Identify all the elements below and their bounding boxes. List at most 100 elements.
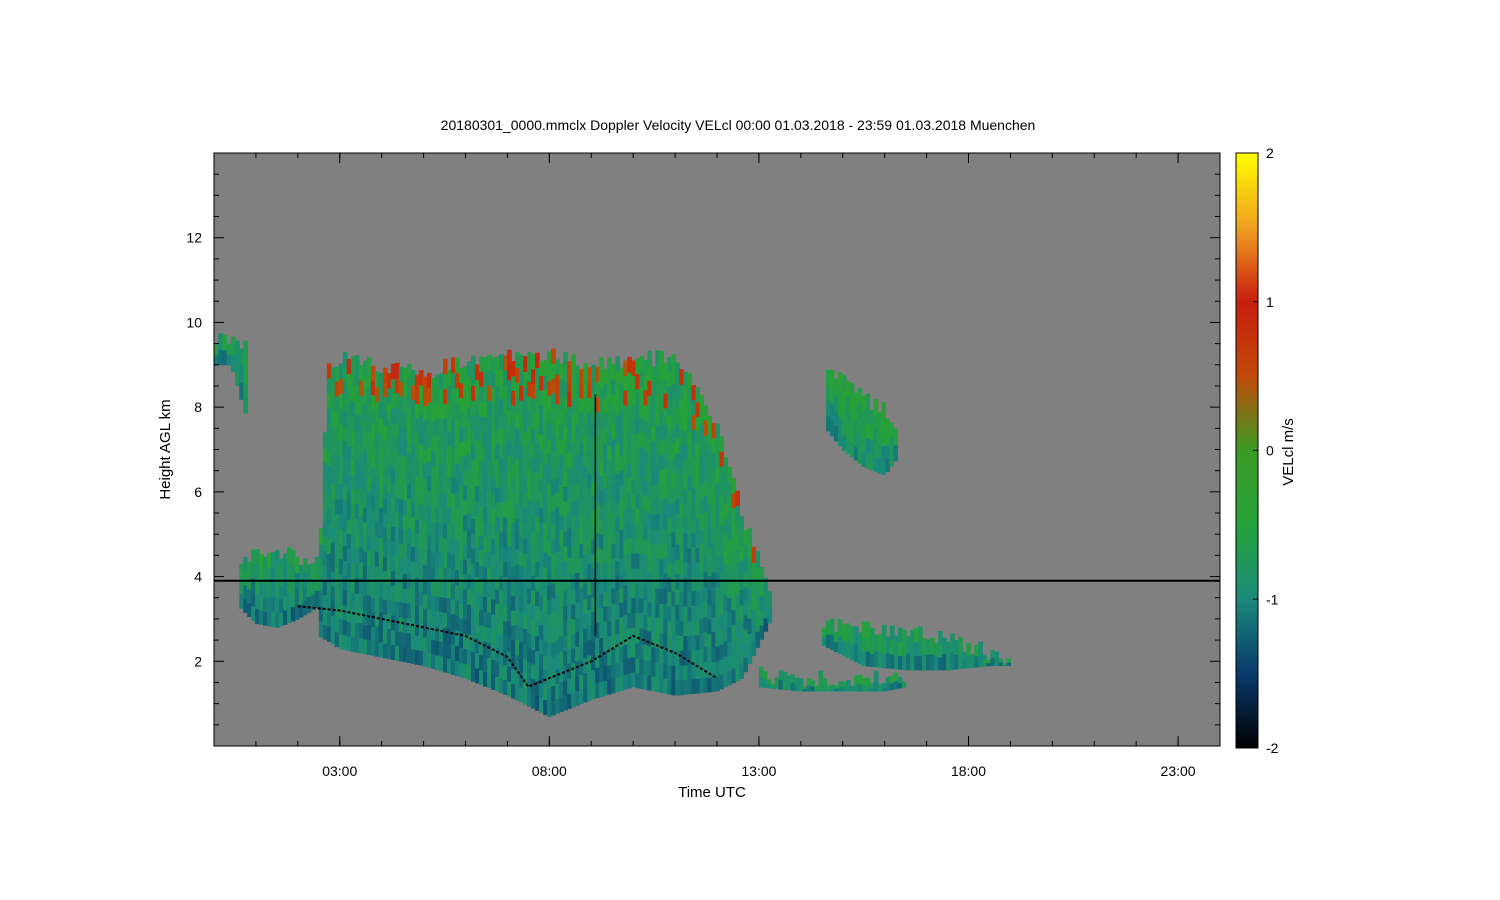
heatmap-cell (475, 500, 480, 517)
heatmap-cell (881, 686, 887, 692)
heatmap-cell (354, 488, 360, 505)
heatmap-cell (723, 548, 728, 565)
heatmap-cell (431, 494, 436, 510)
heatmap-cell (479, 624, 484, 641)
heatmap-cell (471, 385, 476, 401)
heatmap-cell (583, 598, 588, 614)
heatmap-cell (846, 685, 851, 692)
heatmap-cell (247, 602, 252, 617)
heatmap-cell (723, 610, 728, 626)
heatmap-cell (406, 602, 412, 619)
heatmap-cell (519, 460, 524, 477)
heatmap-cell (523, 628, 528, 645)
heatmap-cell (667, 664, 672, 680)
heatmap-cell (439, 447, 444, 464)
heatmap-cell (599, 504, 604, 521)
heatmap-cell (511, 507, 516, 523)
heatmap-cell (519, 671, 524, 688)
heatmap-cell (427, 505, 432, 521)
heatmap-cell (378, 627, 384, 643)
heatmap-cell (447, 460, 452, 477)
heatmap-cell (623, 569, 628, 586)
heatmap-cell (515, 458, 520, 474)
heatmap-cell (555, 492, 560, 508)
heatmap-cell (451, 553, 456, 570)
heatmap-cell (535, 352, 540, 369)
heatmap-cell (382, 527, 388, 543)
heatmap-cell (471, 592, 476, 608)
heatmap-cell (515, 624, 520, 641)
heatmap-cell (467, 664, 472, 681)
heatmap-cell (643, 374, 648, 391)
heatmap-cell (910, 630, 915, 644)
heatmap-cell (555, 683, 560, 699)
heatmap-cell (635, 538, 640, 554)
heatmap-cell (431, 377, 436, 393)
heatmap-cell (647, 424, 652, 440)
heatmap-cell (707, 677, 712, 693)
heatmap-cell (671, 457, 676, 474)
heatmap-cell (599, 445, 604, 462)
heatmap-cell (663, 603, 668, 619)
heatmap-cell (559, 696, 564, 713)
heatmap-cell (611, 468, 616, 485)
heatmap-cell (507, 500, 512, 516)
heatmap-cell (966, 642, 971, 656)
heatmap-cell (691, 473, 696, 489)
heatmap-cell (869, 454, 875, 471)
heatmap-cell (523, 507, 528, 524)
heatmap-cell (402, 514, 408, 530)
heatmap-cell (390, 615, 396, 631)
heatmap-cell (615, 647, 620, 663)
heatmap-cell (475, 622, 480, 638)
heatmap-cell (326, 421, 332, 437)
heatmap-cell (394, 362, 400, 379)
heatmap-cell (487, 490, 492, 507)
heatmap-cell (366, 595, 372, 611)
heatmap-cell (451, 447, 456, 464)
heatmap-cell (531, 501, 536, 517)
heatmap-cell (583, 451, 588, 467)
x-tick-label: 18:00 (951, 763, 986, 779)
heatmap-cell (503, 370, 508, 386)
heatmap-cell (675, 649, 680, 666)
heatmap-cell (439, 611, 444, 627)
heatmap-cell (619, 499, 624, 515)
heatmap-cell (897, 682, 903, 689)
heatmap-cell (615, 414, 620, 430)
heatmap-cell (318, 621, 324, 638)
heatmap-cell (555, 580, 560, 596)
heatmap-cell (495, 385, 500, 401)
heatmap-cell (611, 528, 616, 544)
heatmap-cell (499, 604, 504, 620)
heatmap-cell (735, 666, 740, 682)
heatmap-cell (435, 536, 440, 553)
heatmap-cell (619, 426, 624, 442)
heatmap-cell (898, 641, 903, 656)
heatmap-cell (495, 356, 500, 372)
heatmap-cell (758, 666, 764, 678)
heatmap-cell (615, 429, 620, 445)
heatmap-cell (735, 563, 740, 579)
heatmap-cell (491, 644, 496, 660)
heatmap-cell (635, 373, 640, 390)
heatmap-cell (503, 487, 508, 504)
heatmap-cell (587, 685, 592, 701)
heatmap-cell (382, 585, 388, 601)
heatmap-cell (527, 469, 532, 486)
heatmap-cell (555, 536, 560, 552)
heatmap-cell (346, 635, 352, 651)
heatmap-cell (651, 661, 656, 677)
heatmap-cell (647, 660, 652, 676)
heatmap-cell (334, 425, 340, 441)
heatmap-cell (559, 499, 564, 516)
heatmap-cell (635, 478, 640, 494)
heatmap-cell (275, 611, 280, 628)
heatmap-cell (853, 626, 859, 645)
heatmap-cell (567, 542, 572, 558)
heatmap-cell (663, 452, 668, 469)
heatmap-cell (663, 633, 668, 649)
heatmap-cell (583, 495, 588, 511)
heatmap-cell (483, 641, 488, 657)
heatmap-cell (759, 610, 765, 626)
